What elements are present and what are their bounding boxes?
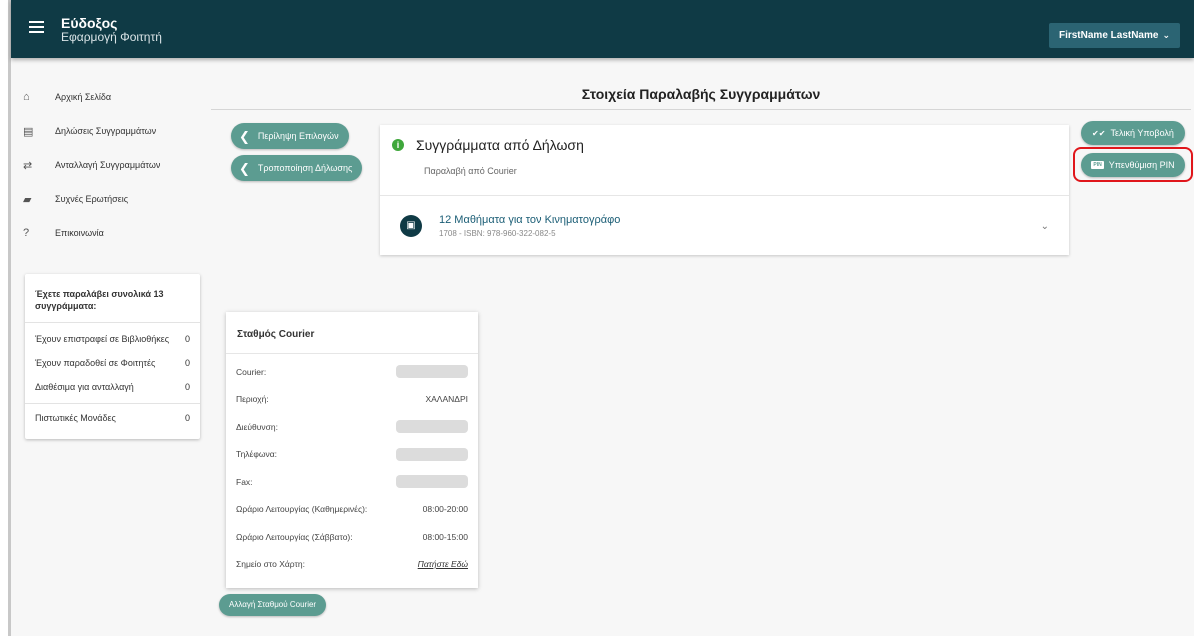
declared-books-card: i Συγγράμματα από Δήλωση Παραλαβή από Co… bbox=[380, 125, 1069, 255]
redacted-value bbox=[396, 420, 468, 434]
user-menu-button[interactable]: FirstName LastName ⌄ bbox=[1048, 23, 1180, 48]
book-title: 12 Μαθήματα για τον Κινηματογράφο bbox=[439, 214, 621, 226]
summary-row-label: Έχουν παραδοθεί σε Φοιτητές bbox=[35, 358, 156, 368]
brand[interactable]: Εύδοξος Εφαρμογή Φοιτητή bbox=[61, 16, 162, 44]
courier-row-value: ΧΑΛΑΝΔΡΙ bbox=[425, 394, 468, 405]
sidebar-item-exchange[interactable]: ⇄ Ανταλλαγή Συγγραμμάτων bbox=[23, 148, 203, 182]
change-courier-station-button[interactable]: Αλλαγή Σταθμού Courier bbox=[219, 594, 327, 616]
redacted-value bbox=[396, 475, 468, 489]
books-card-header: i Συγγράμματα από Δήλωση bbox=[380, 125, 1069, 153]
summary-row: Έχουν παραδοθεί σε Φοιτητές 0 bbox=[25, 351, 200, 375]
divider bbox=[380, 195, 1069, 196]
summary-heading: Έχετε παραλάβει συνολικά 13 συγγράμματα: bbox=[25, 274, 200, 323]
document-list-icon: ▤ bbox=[23, 125, 34, 138]
chevron-left-icon: ❮ bbox=[239, 160, 250, 176]
chevron-down-icon[interactable]: ⌄ bbox=[1041, 221, 1049, 232]
chat-icon: ▰ bbox=[23, 193, 32, 206]
list-item[interactable]: ▣ 12 Μαθήματα για τον Κινηματογράφο 1708… bbox=[400, 209, 1049, 243]
app-frame: Εύδοξος Εφαρμογή Φοιτητή FirstName LastN… bbox=[8, 0, 1194, 636]
summary-row-label: Διαθέσιμα για ανταλλαγή bbox=[35, 382, 134, 392]
help-icon: ? bbox=[23, 227, 30, 239]
sidebar-item-contact[interactable]: ? Επικοινωνία bbox=[23, 216, 203, 250]
sidebar-item-label: Επικοινωνία bbox=[55, 228, 104, 238]
exchange-icon: ⇄ bbox=[23, 159, 33, 172]
courier-card-title: Σταθμός Courier bbox=[226, 312, 478, 354]
sidebar-item-label: Ανταλλαγή Συγγραμμάτων bbox=[55, 160, 161, 170]
sidebar-item-label: Δηλώσεις Συγγραμμάτων bbox=[55, 126, 157, 136]
brand-subtitle: Εφαρμογή Φοιτητή bbox=[61, 30, 162, 44]
courier-row-label: Σημείο στο Χάρτη: bbox=[236, 559, 305, 570]
courier-row: Ωράριο Λειτουργίας (Σάββατο): 08:00-15:0… bbox=[226, 523, 478, 551]
page-title: Στοιχεία Παραλαβής Συγγραμμάτων bbox=[581, 86, 821, 102]
courier-station-card: Σταθμός Courier Courier: Περιοχή: ΧΑΛΑΝΔ… bbox=[226, 312, 478, 588]
highlight-box bbox=[1073, 147, 1193, 182]
sidebar: ⌂ Αρχική Σελίδα ▤ Δηλώσεις Συγγραμμάτων … bbox=[23, 80, 203, 250]
map-link[interactable]: Πατήστε Εδώ bbox=[418, 559, 468, 569]
title-divider bbox=[211, 109, 1191, 110]
summary-row: Πιστωτικές Μονάδες 0 bbox=[25, 403, 200, 431]
final-submit-button[interactable]: ✔✔ Τελική Υποβολή bbox=[1081, 121, 1185, 145]
home-icon: ⌂ bbox=[23, 91, 30, 103]
modify-declaration-label: Τροποποίηση Δήλωσης bbox=[257, 163, 353, 173]
modify-declaration-button[interactable]: ❮ Τροποποίηση Δήλωσης bbox=[231, 155, 363, 181]
redacted-value bbox=[396, 447, 468, 461]
summary-row-value: 0 bbox=[184, 358, 190, 368]
top-app-bar: Εύδοξος Εφαρμογή Φοιτητή FirstName LastN… bbox=[11, 0, 1194, 58]
chevron-left-icon: ❮ bbox=[239, 128, 250, 144]
courier-row-label: Courier: bbox=[236, 366, 267, 377]
received-summary-card: Έχετε παραλάβει συνολικά 13 συγγράμματα:… bbox=[25, 274, 200, 439]
sidebar-item-declarations[interactable]: ▤ Δηλώσεις Συγγραμμάτων bbox=[23, 114, 203, 148]
courier-row-label: Περιοχή: bbox=[236, 394, 269, 405]
summary-row-label: Έχουν επιστραφεί σε Βιβλιοθήκες bbox=[35, 334, 170, 344]
brand-title: Εύδοξος bbox=[61, 15, 118, 31]
selection-summary-label: Περίληψη Επιλογών bbox=[257, 131, 339, 141]
redacted-value bbox=[396, 365, 468, 379]
courier-row-label: Ωράριο Λειτουργίας (Σάββατο): bbox=[236, 531, 353, 542]
courier-row-label: Ωράριο Λειτουργίας (Καθημερινές): bbox=[236, 504, 368, 515]
user-name: FirstName LastName bbox=[1058, 30, 1159, 41]
summary-row: Έχουν επιστραφεί σε Βιβλιοθήκες 0 bbox=[25, 327, 200, 351]
summary-row-value: 0 bbox=[184, 382, 190, 392]
book-isbn: 1708 - ISBN: 978-960-322-082-5 bbox=[439, 229, 556, 238]
summary-row-label: Πιστωτικές Μονάδες bbox=[35, 412, 116, 423]
courier-row: Διεύθυνση: bbox=[226, 413, 478, 441]
info-icon: i bbox=[392, 139, 404, 151]
summary-row-value: 0 bbox=[184, 412, 190, 423]
chevron-down-icon: ⌄ bbox=[1162, 30, 1170, 40]
sidebar-item-label: Συχνές Ερωτήσεις bbox=[55, 194, 129, 204]
courier-row: Fax: bbox=[226, 468, 478, 496]
books-card-title: Συγγράμματα από Δήλωση bbox=[416, 137, 584, 153]
sidebar-item-faq[interactable]: ▰ Συχνές Ερωτήσεις bbox=[23, 182, 203, 216]
books-card-subtitle: Παραλαβή από Courier bbox=[424, 166, 517, 176]
courier-row: Courier: bbox=[226, 358, 478, 386]
courier-row-value: 08:00-15:00 bbox=[422, 531, 468, 542]
book-text: 12 Μαθήματα για τον Κινηματογράφο 1708 -… bbox=[439, 214, 1041, 238]
double-check-icon: ✔✔ bbox=[1092, 128, 1106, 138]
courier-row: Ωράριο Λειτουργίας (Καθημερινές): 08:00-… bbox=[226, 496, 478, 524]
hamburger-menu-icon[interactable] bbox=[29, 21, 44, 33]
courier-row-label: Διεύθυνση: bbox=[236, 421, 278, 432]
sidebar-item-label: Αρχική Σελίδα bbox=[55, 92, 112, 102]
book-icon: ▣ bbox=[400, 215, 422, 237]
courier-row-label: Τηλέφωνα: bbox=[236, 449, 278, 460]
sidebar-item-home[interactable]: ⌂ Αρχική Σελίδα bbox=[23, 80, 203, 114]
courier-row: Τηλέφωνα: bbox=[226, 441, 478, 469]
selection-summary-button[interactable]: ❮ Περίληψη Επιλογών bbox=[231, 123, 349, 149]
courier-row: Σημείο στο Χάρτη: Πατήστε Εδώ bbox=[226, 551, 478, 579]
courier-row: Περιοχή: ΧΑΛΑΝΔΡΙ bbox=[226, 386, 478, 414]
summary-row: Διαθέσιμα για ανταλλαγή 0 bbox=[25, 375, 200, 399]
courier-row-value: 08:00-20:00 bbox=[422, 504, 468, 515]
courier-row-label: Fax: bbox=[236, 476, 253, 487]
summary-row-value: 0 bbox=[184, 334, 190, 344]
final-submit-label: Τελική Υποβολή bbox=[1110, 128, 1174, 138]
